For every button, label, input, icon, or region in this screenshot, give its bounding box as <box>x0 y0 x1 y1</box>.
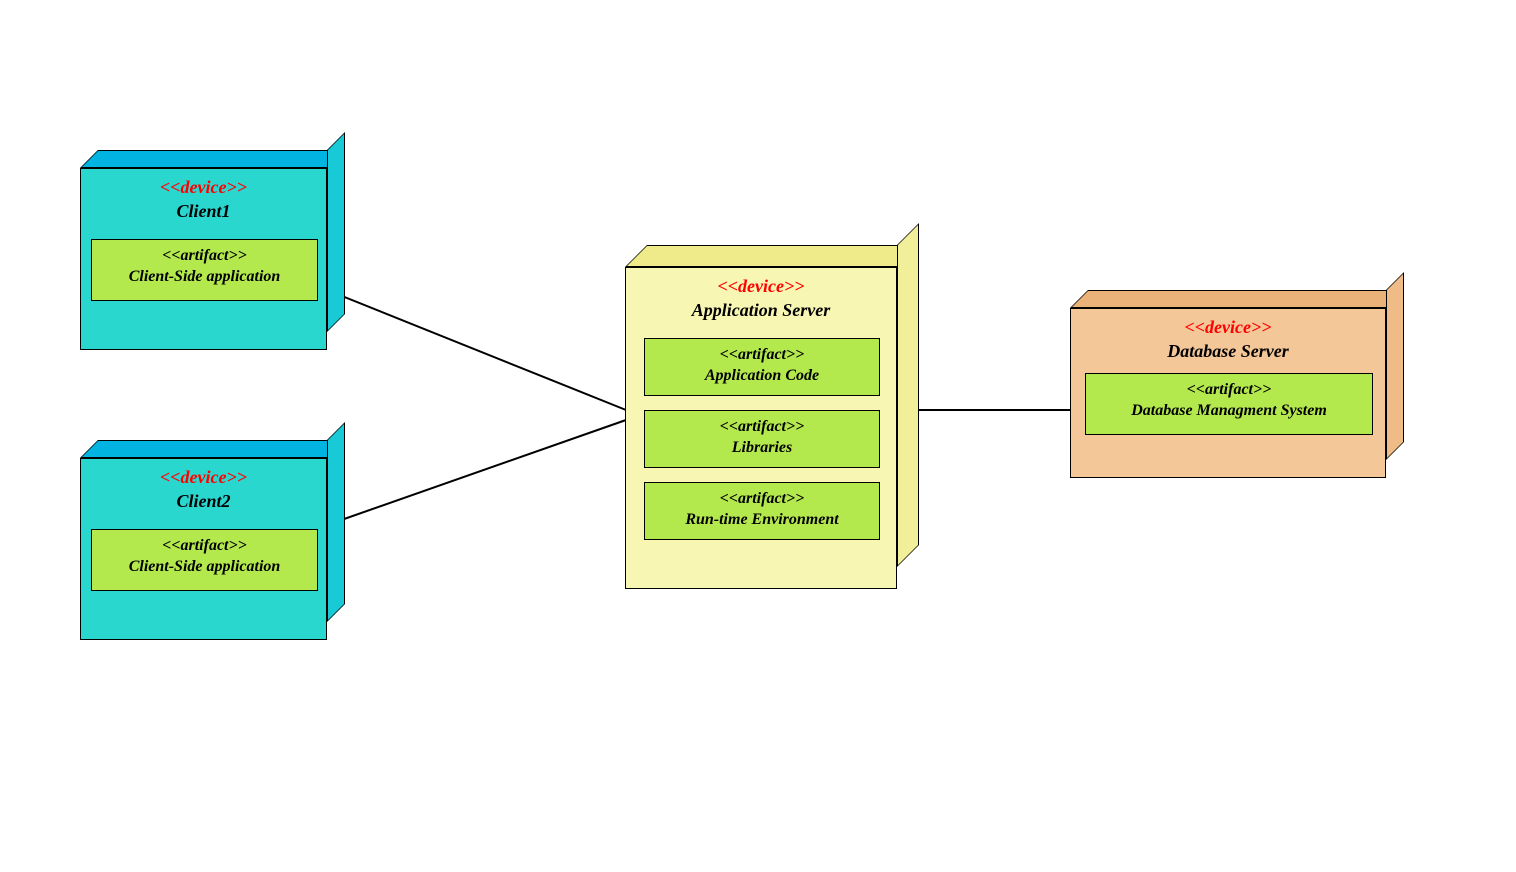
node-client1-front: <<device>> Client1 <<artifact>> Client-S… <box>80 168 327 350</box>
node-appserver-side <box>897 223 919 567</box>
node-dbserver: <<device>> Database Server <<artifact>> … <box>1070 290 1402 490</box>
artifact-appserver-runtime-name: Run-time Environment <box>645 510 879 529</box>
node-dbserver-stereotype: <<device>> <box>1071 317 1385 339</box>
artifact-dbserver-dbms: <<artifact>> Database Managment System <box>1085 373 1373 435</box>
node-appserver-top <box>625 245 919 267</box>
artifact-client2-app: <<artifact>> Client-Side application <box>91 529 318 591</box>
node-client1-side <box>327 132 345 332</box>
artifact-dbserver-dbms-stereotype: <<artifact>> <box>1086 380 1372 399</box>
node-client2-stereotype: <<device>> <box>81 467 326 489</box>
node-appserver-stereotype: <<device>> <box>626 276 896 298</box>
node-client2-side <box>327 422 345 622</box>
node-appserver-front: <<device>> Application Server <<artifact… <box>625 267 897 589</box>
artifact-appserver-libraries-stereotype: <<artifact>> <box>645 417 879 436</box>
node-client1: <<device>> Client1 <<artifact>> Client-S… <box>80 150 342 350</box>
node-dbserver-front: <<device>> Database Server <<artifact>> … <box>1070 308 1386 478</box>
node-client2-top <box>80 440 345 458</box>
node-client2-name: Client2 <box>81 491 326 513</box>
node-dbserver-name: Database Server <box>1071 341 1385 363</box>
node-dbserver-side <box>1386 272 1404 460</box>
artifact-appserver-runtime-stereotype: <<artifact>> <box>645 489 879 508</box>
edge-client1-appserver <box>327 290 626 410</box>
artifact-client2-app-stereotype: <<artifact>> <box>92 536 317 555</box>
artifact-client2-app-name: Client-Side application <box>92 557 317 576</box>
node-client2: <<device>> Client2 <<artifact>> Client-S… <box>80 440 342 640</box>
node-appserver: <<device>> Application Server <<artifact… <box>625 245 915 595</box>
node-client1-stereotype: <<device>> <box>81 177 326 199</box>
node-client2-front: <<device>> Client2 <<artifact>> Client-S… <box>80 458 327 640</box>
artifact-appserver-code-stereotype: <<artifact>> <box>645 345 879 364</box>
artifact-client1-app: <<artifact>> Client-Side application <box>91 239 318 301</box>
artifact-appserver-code-name: Application Code <box>645 366 879 385</box>
artifact-appserver-libraries-name: Libraries <box>645 438 879 457</box>
node-appserver-name: Application Server <box>626 300 896 322</box>
artifact-client1-app-stereotype: <<artifact>> <box>92 246 317 265</box>
node-client1-name: Client1 <box>81 201 326 223</box>
artifact-appserver-runtime: <<artifact>> Run-time Environment <box>644 482 880 540</box>
node-client1-top <box>80 150 345 168</box>
artifact-dbserver-dbms-name: Database Managment System <box>1086 401 1372 420</box>
deployment-diagram-canvas: <<device>> Client1 <<artifact>> Client-S… <box>0 0 1516 872</box>
artifact-appserver-code: <<artifact>> Application Code <box>644 338 880 396</box>
artifact-client1-app-name: Client-Side application <box>92 267 317 286</box>
edge-client2-appserver <box>327 420 626 525</box>
artifact-appserver-libraries: <<artifact>> Libraries <box>644 410 880 468</box>
node-dbserver-top <box>1070 290 1404 308</box>
